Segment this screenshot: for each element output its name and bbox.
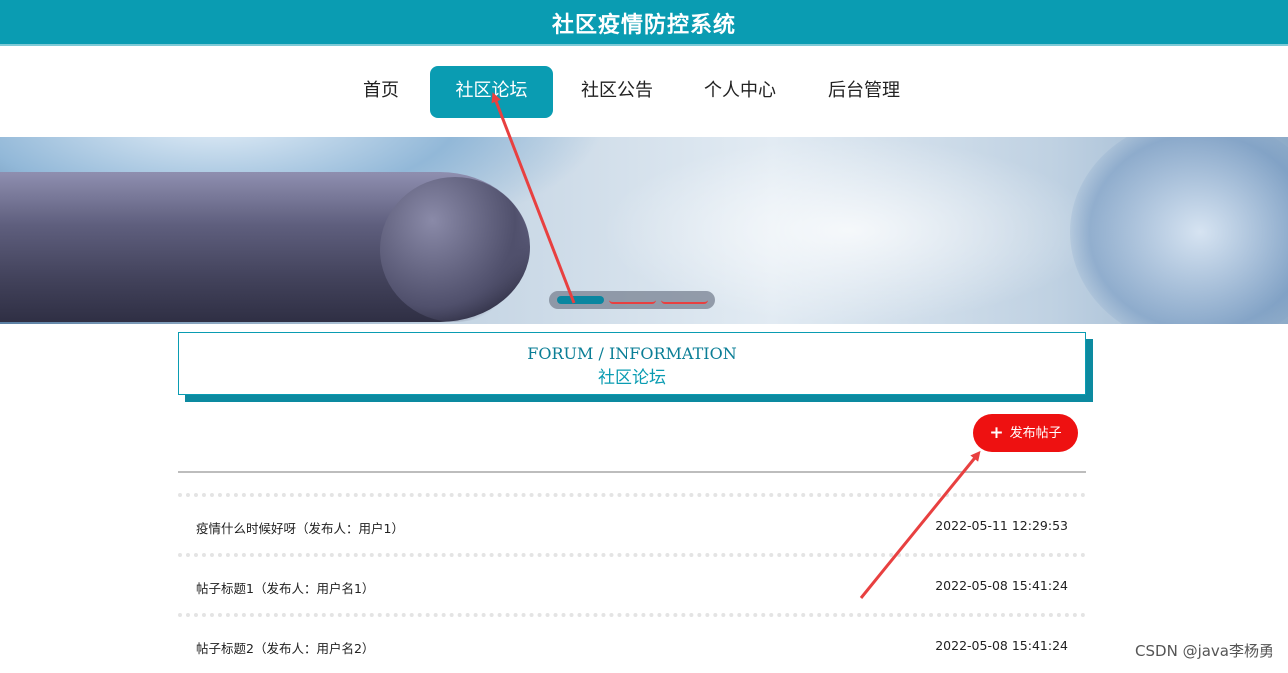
publish-post-label: 发布帖子 (1009, 426, 1062, 441)
post-time: 2022-05-11 12:29:53 (935, 518, 1068, 533)
nav-item-personal-center[interactable]: 个人中心 (694, 66, 786, 118)
post-item[interactable]: 帖子标题2（发布人：用户名2） 2022-05-08 15:41:24 (178, 613, 1086, 673)
section-header: FORUM / INFORMATION 社区论坛 (178, 332, 1086, 395)
csdn-watermark: CSDN @java李杨勇 (1135, 642, 1274, 660)
post-title[interactable]: 帖子标题1（发布人：用户名1） (196, 578, 374, 597)
main-nav: 首页 社区论坛 社区公告 个人中心 后台管理 (0, 66, 1288, 118)
carousel-dot-3[interactable] (661, 296, 708, 304)
post-list: 疫情什么时候好呀（发布人：用户1） 2022-05-11 12:29:53 帖子… (178, 493, 1086, 673)
section-title-en: FORUM / INFORMATION (527, 344, 737, 363)
carousel-indicators (549, 291, 715, 309)
banner-image-fingertip (380, 177, 530, 322)
nav-item-home[interactable]: 首页 (350, 66, 412, 118)
banner-carousel[interactable] (0, 137, 1288, 324)
post-title[interactable]: 帖子标题2（发布人：用户名2） (196, 638, 374, 657)
system-title: 社区疫情防控系统 (551, 13, 736, 38)
nav-item-admin[interactable]: 后台管理 (818, 66, 910, 118)
post-time: 2022-05-08 15:41:24 (935, 578, 1068, 593)
publish-post-button[interactable]: + 发布帖子 (973, 414, 1078, 452)
nav-item-forum[interactable]: 社区论坛 (430, 66, 553, 118)
carousel-dot-2[interactable] (609, 296, 656, 304)
post-item[interactable]: 帖子标题1（发布人：用户名1） 2022-05-08 15:41:24 (178, 553, 1086, 613)
divider (178, 471, 1086, 473)
section-title-cn: 社区论坛 (598, 368, 666, 388)
post-time: 2022-05-08 15:41:24 (935, 638, 1068, 653)
banner-image-tube (1070, 137, 1288, 324)
nav-item-announcements[interactable]: 社区公告 (571, 66, 663, 118)
plus-icon: + (989, 423, 1004, 443)
post-item[interactable]: 疫情什么时候好呀（发布人：用户1） 2022-05-11 12:29:53 (178, 493, 1086, 553)
post-title[interactable]: 疫情什么时候好呀（发布人：用户1） (196, 518, 404, 537)
carousel-dot-1[interactable] (557, 296, 604, 304)
top-header-bar: 社区疫情防控系统 (0, 0, 1288, 46)
